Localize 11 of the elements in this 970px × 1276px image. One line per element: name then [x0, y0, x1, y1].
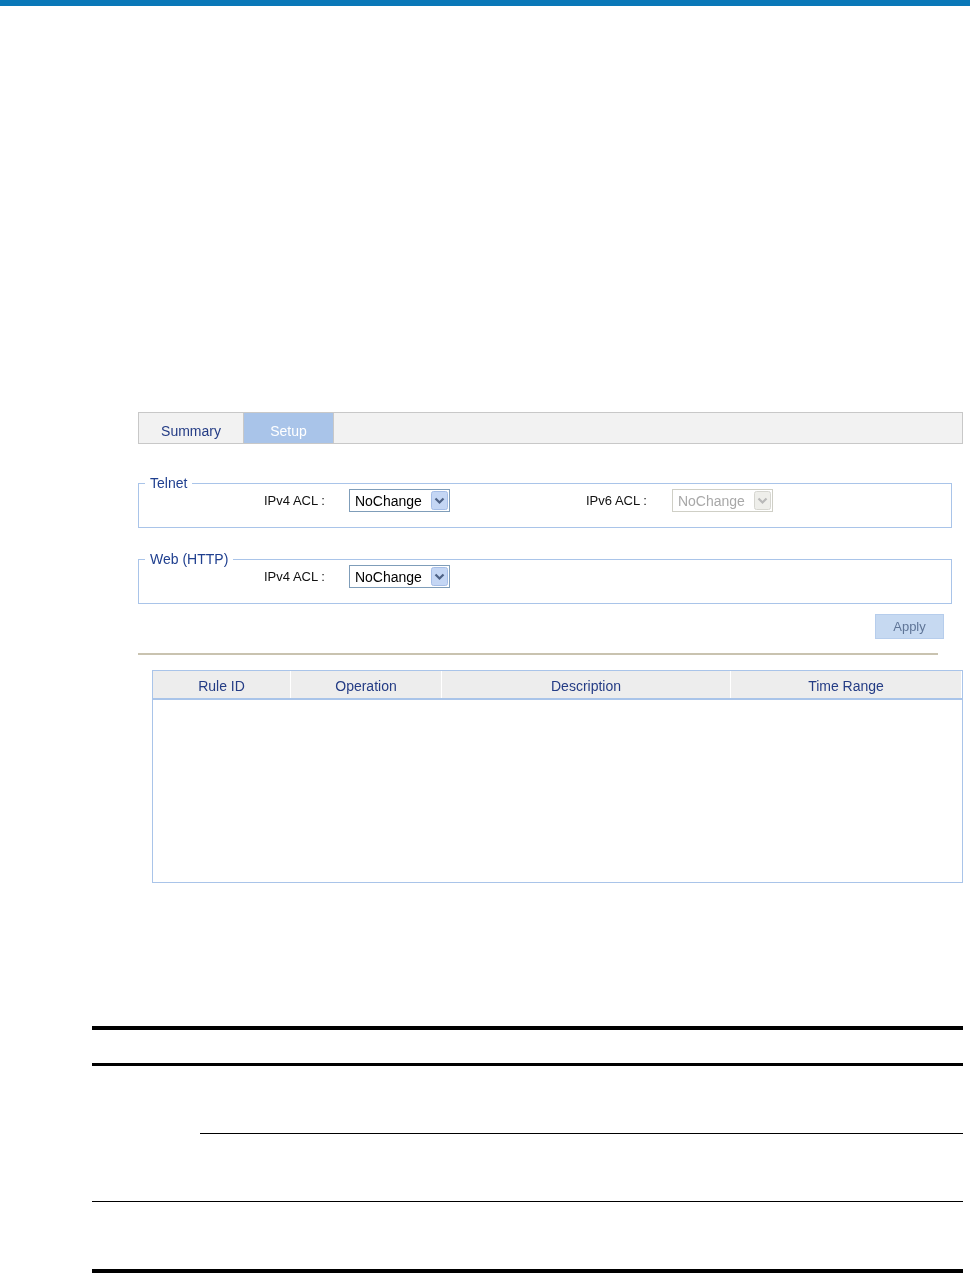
group-title: Web (HTTP)	[149, 551, 230, 567]
column-header: Description	[442, 671, 731, 698]
acl-dropdown[interactable]: NoChange	[348, 489, 450, 512]
field-label: IPv4 ACL :	[264, 493, 325, 508]
field-label: IPv6 ACL :	[586, 493, 647, 508]
field-label: IPv4 ACL :	[264, 569, 325, 584]
acl-dropdown[interactable]: NoChange	[348, 565, 450, 588]
column-header: Operation	[291, 671, 442, 698]
column-header: Rule ID	[153, 671, 291, 698]
column-header: Time Range	[731, 671, 962, 698]
group-title: Telnet	[149, 475, 189, 491]
